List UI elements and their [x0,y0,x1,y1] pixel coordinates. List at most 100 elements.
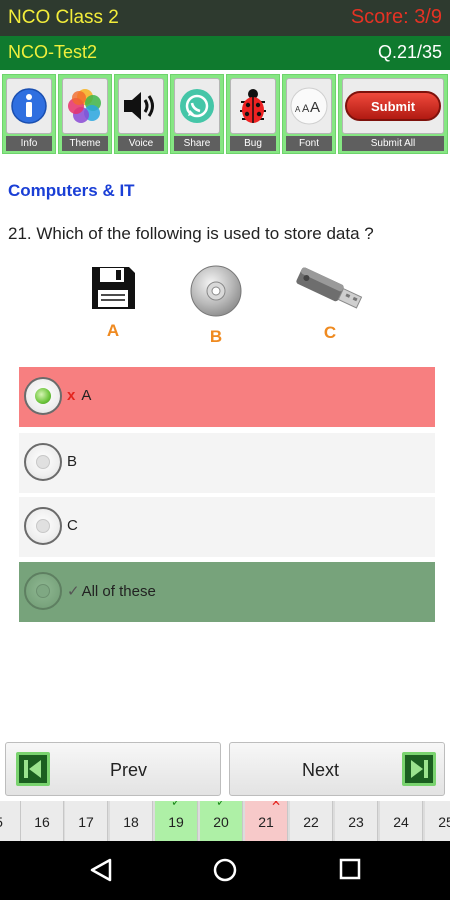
question-number-17[interactable]: 17 [65,801,108,841]
svg-text:A: A [302,103,310,115]
theme-icon [68,89,101,123]
radio-button[interactable] [24,572,62,610]
font-button-face: A A A [286,78,332,134]
voice-button[interactable]: Voice [114,74,168,154]
question-number-text: 19 [168,814,184,830]
question-number-25[interactable]: 25 [425,801,450,841]
answer-option-b[interactable]: B [19,433,435,493]
question-number-18[interactable]: 18 [110,801,153,841]
submit-all-button[interactable]: Submit Submit All [338,74,448,154]
submit-icon[interactable]: Submit [345,91,441,121]
question-category: Computers & IT [8,181,135,200]
bug-label: Bug [230,136,276,151]
font-size-icon: A A A [290,87,328,125]
info-button[interactable]: Info [2,74,56,154]
question-number-21[interactable]: ✕ 21 [245,801,288,841]
info-button-face [6,78,52,134]
radio-button[interactable] [24,507,62,545]
correct-check-icon: ✓ [67,583,80,600]
radio-selected-dot [35,388,51,404]
share-button[interactable]: Share [170,74,224,154]
svg-text:A: A [295,105,301,114]
radio-empty-dot [36,455,50,469]
toolbar: Info Theme Voice Share Bug A A A Font Su… [0,72,450,156]
prev-icon [16,752,50,786]
correct-check-icon: ✓ [170,801,182,809]
answer-option-c[interactable]: C [19,497,435,557]
question-number-text: 5 [0,814,3,830]
submit-button-face: Submit [342,78,444,134]
test-bar: NCO-Test2 Q.21/35 [0,36,450,70]
bug-button[interactable]: Bug [226,74,280,154]
question-number-23[interactable]: 23 [335,801,378,841]
speaker-icon [124,92,154,120]
next-icon [402,752,436,786]
wrong-mark-icon: x [67,387,76,404]
option-image-label-a: A [106,321,120,340]
question-counter: Q.21/35 [377,42,442,62]
share-button-face [174,78,220,134]
radio-empty-dot [36,584,50,598]
font-label: Font [286,136,332,151]
info-icon [11,88,47,124]
radio-button[interactable] [24,377,62,415]
question-number-text: 18 [123,814,139,830]
submit-all-label: Submit All [342,136,444,151]
prev-label: Prev [110,760,148,780]
prev-button[interactable]: Prev [5,742,221,796]
question-number-text: 16 [34,814,50,830]
question-number-24[interactable]: 24 [380,801,423,841]
app-title: NCO Class 2 [8,7,119,28]
voice-label: Voice [118,136,164,151]
question-number-strip: 5 16 17 18 ✓ 19 ✓ 20 ✕ 21 22 23 24 25 [0,801,450,841]
test-name: NCO-Test2 [8,42,98,62]
share-icon [180,89,214,123]
question-number-text: 23 [348,814,364,830]
question-number-text: 21 [258,814,274,830]
question-number-22[interactable]: 22 [290,801,333,841]
answer-option-d[interactable]: ✓ All of these [19,562,435,622]
question-number-16[interactable]: 16 [21,801,64,841]
option-image-c: C [290,264,370,344]
answer-text: B [67,453,78,470]
question-text: 21. Which of the following is used to st… [8,224,374,243]
voice-button-face [118,78,164,134]
question-number-text: 25 [438,814,450,830]
wrong-mark-icon: ✕ [271,801,282,809]
recent-apps-icon[interactable] [338,857,362,881]
question-number-text: 24 [393,814,409,830]
share-label: Share [174,136,220,151]
next-arrow-icon [411,760,428,778]
theme-label: Theme [62,136,108,151]
answer-text: A [81,387,92,404]
back-icon[interactable] [88,857,114,883]
question-number-text: 17 [78,814,94,830]
option-image-label-c: C [323,323,337,342]
theme-button[interactable]: Theme [58,74,112,154]
option-image-a: A [78,264,148,344]
quiz-screen: NCO Class 2 Score: 3/9 NCO-Test2 Q.21/35… [0,0,450,900]
next-label: Next [302,760,340,780]
bug-button-face [230,78,276,134]
question-number-5[interactable]: 5 [0,801,21,841]
answer-option-d-content: ✓ All of these [67,582,156,600]
theme-button-face [62,78,108,134]
home-icon[interactable] [212,857,238,883]
question-number-text: 20 [213,814,229,830]
radio-button[interactable] [24,443,62,481]
bug-icon [240,89,266,123]
cd-icon [190,265,242,317]
question-number-19[interactable]: ✓ 19 [155,801,198,841]
prev-arrow-icon [24,760,41,778]
question-number-20[interactable]: ✓ 20 [200,801,243,841]
answer-option-a-content: xA [67,387,91,404]
title-bar: NCO Class 2 Score: 3/9 [0,0,450,36]
next-button[interactable]: Next [229,742,445,796]
font-button[interactable]: A A A Font [282,74,336,154]
answer-text: C [67,517,78,534]
option-image-b: B [181,264,251,346]
radio-empty-dot [36,519,50,533]
answer-text: All of these [81,583,156,600]
answer-option-a[interactable]: xA [19,367,435,427]
system-navigation-bar [0,841,450,900]
